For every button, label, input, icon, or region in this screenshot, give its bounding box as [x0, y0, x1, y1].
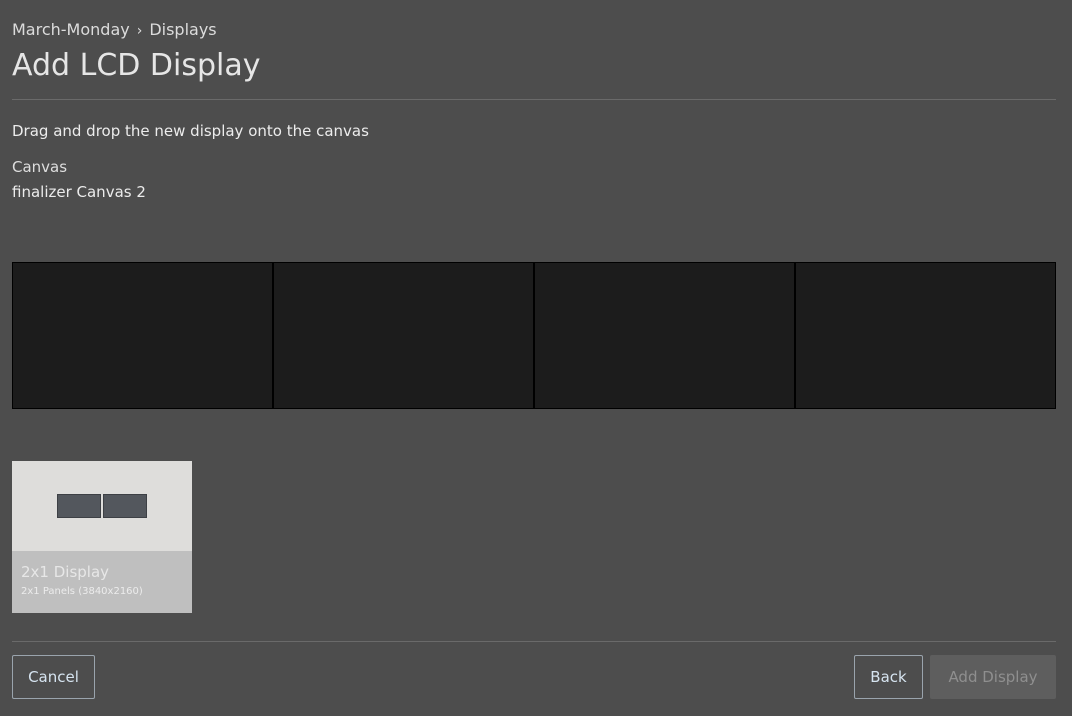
canvas-slot-3[interactable] [535, 263, 796, 408]
canvas-slot-2[interactable] [274, 263, 535, 408]
back-button[interactable]: Back [854, 655, 923, 699]
breadcrumb-parent-link[interactable]: March-Monday [12, 20, 130, 39]
panel-left [57, 494, 101, 518]
panel-row [57, 494, 147, 518]
breadcrumb-separator: › [136, 23, 143, 39]
page-title: Add LCD Display [12, 48, 261, 83]
breadcrumb: March-Monday › Displays [12, 20, 217, 41]
canvas-slot-4[interactable] [796, 263, 1055, 408]
canvas-drop-area[interactable] [12, 262, 1056, 409]
cancel-button[interactable]: Cancel [12, 655, 95, 699]
canvas-name: finalizer Canvas 2 [12, 183, 146, 201]
add-display-button[interactable]: Add Display [930, 655, 1056, 699]
display-card-info: 2x1 Display 2x1 Panels (3840x2160) [12, 551, 192, 613]
header-divider [12, 99, 1056, 100]
display-preview [12, 461, 192, 551]
display-card-title: 2x1 Display [21, 563, 110, 581]
breadcrumb-current[interactable]: Displays [149, 20, 216, 39]
canvas-slot-1[interactable] [13, 263, 274, 408]
footer-divider [12, 641, 1056, 642]
instruction-text: Drag and drop the new display onto the c… [12, 122, 369, 140]
canvas-label: Canvas [12, 158, 68, 176]
display-card-2x1[interactable]: 2x1 Display 2x1 Panels (3840x2160) [12, 461, 192, 613]
display-card-subtitle: 2x1 Panels (3840x2160) [21, 586, 143, 597]
panel-right [103, 494, 147, 518]
